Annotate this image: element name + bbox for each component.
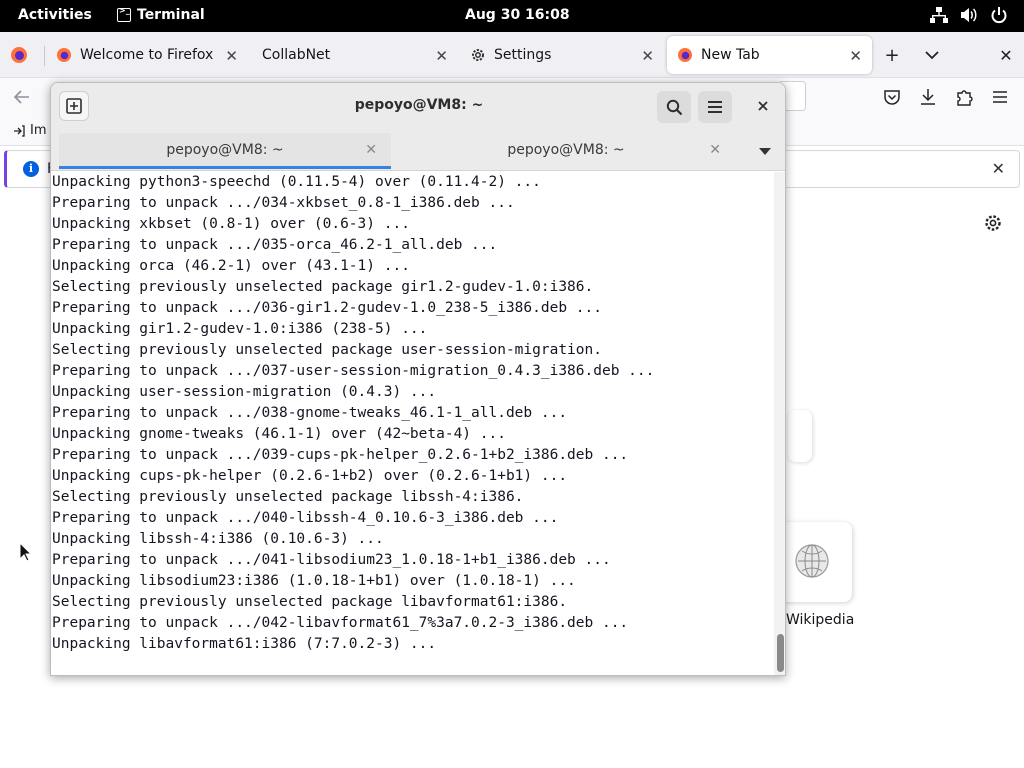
tab-settings[interactable]: Settings ✕: [460, 36, 664, 74]
shortcut-tile[interactable]: [788, 410, 812, 462]
extensions-puzzle-icon[interactable]: [954, 87, 974, 107]
firefox-view-icon[interactable]: [10, 46, 28, 64]
activities-button[interactable]: Activities: [18, 7, 92, 23]
downloads-icon[interactable]: [918, 87, 938, 107]
mouse-cursor-icon: [19, 542, 33, 562]
terminal-line: Preparing to unpack .../042-libavformat6…: [52, 615, 629, 631]
terminal-line: Preparing to unpack .../035-orca_46.2-1_…: [52, 237, 498, 253]
terminal-line: Preparing to unpack .../037-user-session…: [52, 363, 655, 379]
power-icon: [991, 7, 1007, 24]
tab-label: CollabNet: [262, 47, 331, 63]
terminal-line: Unpacking cups-pk-helper (0.2.6-1+b2) ov…: [52, 468, 568, 484]
terminal-tab-label: pepoyo@VM8: ~: [166, 142, 284, 158]
clock[interactable]: Aug 30 16:08: [465, 7, 570, 23]
terminal-line: Preparing to unpack .../036-gir1.2-gudev…: [52, 300, 602, 316]
tab-label: New Tab: [701, 47, 760, 63]
terminal-line: Unpacking libsodium23:i386 (1.0.18-1+b1)…: [52, 573, 576, 589]
firefox-favicon-icon: [678, 48, 692, 62]
terminal-line: Unpacking gnome-tweaks (46.1-1) over (42…: [52, 426, 506, 442]
volume-icon: [961, 8, 977, 22]
close-icon[interactable]: ✕: [992, 159, 1005, 178]
gnome-top-bar: Activities Terminal Aug 30 16:08: [0, 0, 1024, 32]
terminal-line: Selecting previously unselected package …: [52, 489, 524, 505]
terminal-tab-2[interactable]: pepoyo@VM8: ~ ✕: [397, 133, 735, 169]
terminal-line: Selecting previously unselected package …: [52, 594, 568, 610]
tab-welcome-firefox[interactable]: Welcome to Firefox ✕: [46, 36, 248, 74]
tab-label: Settings: [494, 47, 552, 63]
system-tray[interactable]: [930, 6, 1008, 24]
terminal-line: Unpacking libssh-4:i386 (0.10.6-3) ...: [52, 531, 384, 547]
terminal-output[interactable]: Unpacking python3-speechd (0.11.5-4) ove…: [51, 172, 773, 675]
terminal-line: Unpacking orca (46.2-1) over (43.1-1) ..…: [52, 258, 410, 274]
search-button[interactable]: [657, 91, 691, 123]
terminal-line: Selecting previously unselected package …: [52, 342, 602, 358]
close-icon[interactable]: ✕: [849, 47, 862, 65]
terminal-tab-1[interactable]: pepoyo@VM8: ~ ✕: [59, 133, 391, 169]
close-icon[interactable]: ✕: [709, 133, 721, 167]
app-menu[interactable]: Terminal: [117, 6, 205, 23]
tab-label: Welcome to Firefox: [80, 47, 214, 63]
close-icon[interactable]: ✕: [641, 47, 654, 65]
terminal-line: Preparing to unpack .../039-cups-pk-help…: [52, 447, 629, 463]
shortcut-label-wikipedia: Wikipedia: [786, 612, 855, 628]
main-menu-button[interactable]: [698, 91, 732, 123]
terminal-line: Unpacking libavformat61:i386 (7:7.0.2-3)…: [52, 636, 437, 652]
back-arrow-icon[interactable]: [12, 87, 32, 107]
close-icon[interactable]: ✕: [365, 133, 377, 167]
terminal-app-icon: [117, 6, 131, 22]
tab-new-tab[interactable]: New Tab ✕: [667, 36, 872, 74]
new-tab-plus-icon[interactable]: +: [882, 45, 902, 66]
wikipedia-globe-icon: [795, 544, 829, 578]
gear-icon[interactable]: [983, 213, 1003, 233]
import-bookmarks-label: Im: [30, 123, 47, 138]
close-icon[interactable]: ✕: [225, 47, 238, 65]
terminal-line: Preparing to unpack .../038-gnome-tweaks…: [52, 405, 568, 421]
terminal-line: Preparing to unpack .../034-xkbset_0.8-1…: [52, 195, 515, 211]
tab-list-dropdown-icon[interactable]: [759, 148, 771, 155]
terminal-line: Preparing to unpack .../040-libssh-4_0.1…: [52, 510, 559, 526]
tab-collabnet[interactable]: CollabNet ✕: [252, 36, 458, 74]
import-icon: [14, 124, 25, 137]
pocket-icon[interactable]: [882, 87, 902, 107]
list-all-tabs-chevron-icon[interactable]: [922, 45, 942, 65]
browser-tab-bar: Welcome to Firefox ✕ CollabNet ✕ Setting…: [0, 32, 1024, 78]
terminal-line: Unpacking gir1.2-gudev-1.0:i386 (238-5) …: [52, 321, 428, 337]
terminal-headerbar[interactable]: pepoyo@VM8: ~: [51, 83, 785, 129]
window-close-button[interactable]: [750, 93, 776, 119]
terminal-line: Unpacking python3-speechd (0.11.5-4) ove…: [52, 174, 541, 190]
info-icon: i: [23, 161, 39, 177]
close-icon: [758, 101, 768, 111]
hamburger-menu-icon[interactable]: [990, 87, 1010, 107]
terminal-tab-bar: pepoyo@VM8: ~ ✕ pepoyo@VM8: ~ ✕: [51, 129, 785, 171]
hamburger-menu-icon: [708, 101, 722, 113]
terminal-line: Preparing to unpack .../041-libsodium23_…: [52, 552, 611, 568]
window-close-icon[interactable]: ✕: [996, 45, 1016, 65]
terminal-tab-label: pepoyo@VM8: ~: [507, 142, 625, 158]
terminal-scrollbar[interactable]: [774, 172, 785, 675]
terminal-line: Unpacking xkbset (0.8-1) over (0.6-3) ..…: [52, 216, 410, 232]
tab-separator: [44, 46, 45, 66]
close-icon[interactable]: ✕: [435, 47, 448, 65]
network-icon: [930, 7, 948, 23]
terminal-line: Unpacking user-session-migration (0.4.3)…: [52, 384, 437, 400]
gear-icon: [472, 49, 484, 61]
terminal-line: Selecting previously unselected package …: [52, 279, 594, 295]
firefox-favicon-icon: [57, 48, 71, 62]
terminal-lines: Unpacking python3-speechd (0.11.5-4) ove…: [52, 172, 654, 655]
terminal-window[interactable]: pepoyo@VM8: ~ pepoyo@VM8: ~ ✕ pepoyo@VM8…: [50, 82, 786, 676]
search-icon: [666, 99, 682, 115]
app-menu-label: Terminal: [137, 7, 205, 23]
import-bookmarks-button[interactable]: Im: [12, 123, 47, 138]
scrollbar-thumb[interactable]: [777, 634, 784, 672]
